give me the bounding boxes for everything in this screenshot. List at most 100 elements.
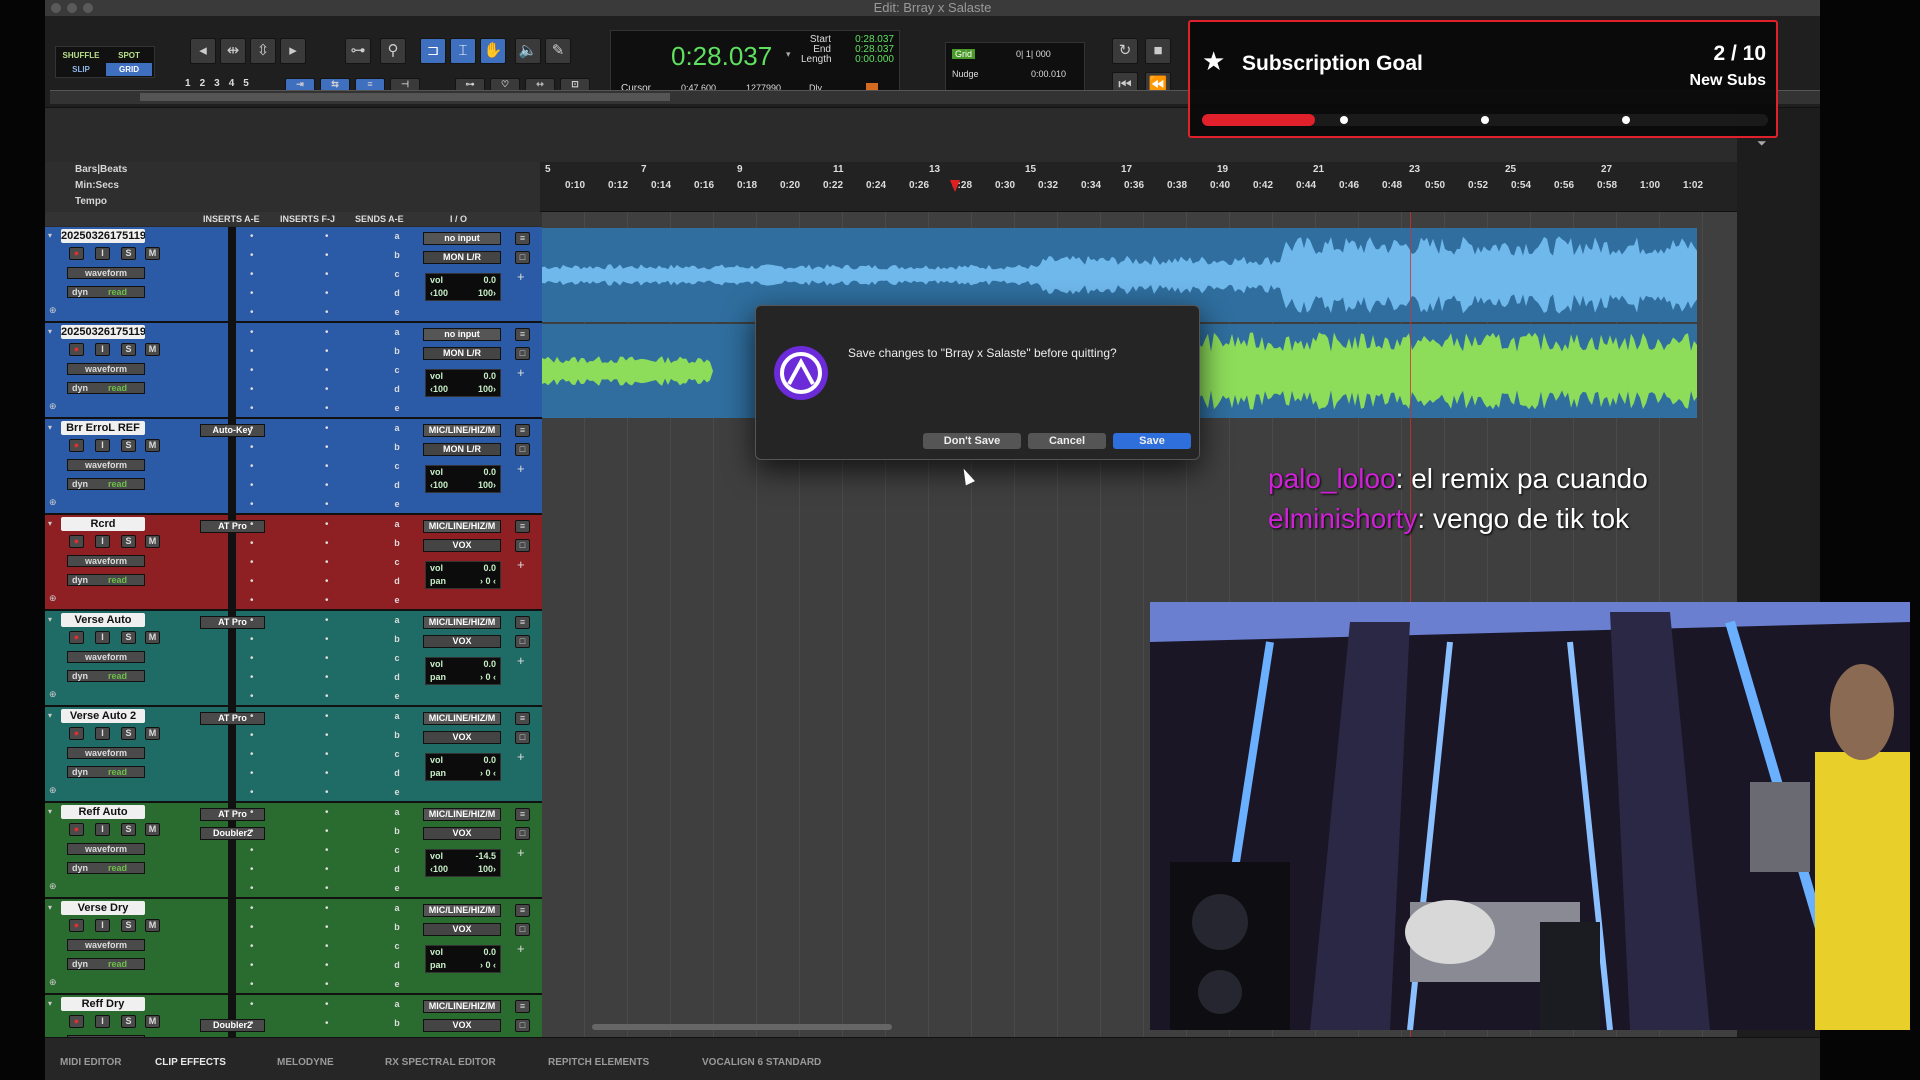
vertical-zoom-icon[interactable]: ⇳ xyxy=(250,38,276,64)
volume-pan-display[interactable]: vol 0.0 pan › 0 ‹ xyxy=(425,657,501,685)
insert-dots-fj[interactable]: • • • • • xyxy=(325,707,329,801)
cancel-button[interactable]: Cancel xyxy=(1028,433,1106,449)
pan-left-value[interactable]: ‹100 xyxy=(430,863,448,876)
send-slot[interactable]: a xyxy=(390,899,404,918)
pan-right-value[interactable]: 100› xyxy=(478,863,496,876)
track-view-selector[interactable]: waveform xyxy=(67,459,145,471)
track-header[interactable]: ▾ Verse Auto ● I S Mwaveform dyn read ⊕ AT Pro • •… xyxy=(45,611,542,707)
add-icon[interactable]: + xyxy=(517,941,525,956)
automation-mode-selector[interactable]: dyn read xyxy=(67,478,145,490)
shuffle-mode-button[interactable]: SHUFFLE xyxy=(58,49,104,62)
input-monitor-button[interactable]: I xyxy=(95,247,110,260)
track-playlist-icon[interactable]: ⊕ xyxy=(49,401,57,412)
send-slot[interactable]: d xyxy=(390,956,404,975)
solo-button[interactable]: S xyxy=(121,727,136,740)
send-slot[interactable]: c xyxy=(390,841,404,860)
output-selector[interactable]: VOX xyxy=(423,827,501,840)
pan-right-value[interactable]: › 0 ‹ xyxy=(480,959,496,972)
send-slot[interactable]: e xyxy=(390,303,404,321)
dont-save-button[interactable]: Don't Save xyxy=(923,433,1021,449)
track-header[interactable]: ▾ Verse Dry ● I S Mwaveform dyn read ⊕ • • • • • •… xyxy=(45,899,542,995)
tab-melodyne[interactable]: MELODYNE xyxy=(277,1057,334,1068)
grid-mode-button[interactable]: GRID xyxy=(106,63,152,76)
pan-left-value[interactable]: pan xyxy=(430,575,446,588)
track-playlist-icon[interactable]: ⊕ xyxy=(49,977,57,988)
send-slot[interactable]: e xyxy=(390,687,404,705)
send-slot[interactable]: a xyxy=(390,419,404,438)
send-slot[interactable]: e xyxy=(390,399,404,417)
zoom-preset-4[interactable]: 4 xyxy=(229,78,244,89)
solo-button[interactable]: S xyxy=(121,919,136,932)
automation-mode-selector[interactable]: dyn read xyxy=(67,862,145,874)
insert-dots-fj[interactable]: • • • • • xyxy=(325,323,329,417)
record-enable-icon[interactable]: ● xyxy=(69,247,84,260)
track-menu-icon[interactable]: ≡ xyxy=(515,616,530,629)
solo-button[interactable]: S xyxy=(121,535,136,548)
track-playlist-icon[interactable]: ⊕ xyxy=(49,593,57,604)
mute-button[interactable]: M xyxy=(145,343,160,356)
horizontal-scrollbar[interactable] xyxy=(592,1024,892,1030)
track-header[interactable]: ▾ Rcrd ● I S Mwaveform dyn read ⊕ AT Pro • • • • •… xyxy=(45,515,542,611)
track-menu-icon[interactable]: ≡ xyxy=(515,904,530,917)
input-selector[interactable]: MIC/LINE/HIZ/M xyxy=(423,520,501,533)
volume-value[interactable]: 0.0 xyxy=(483,370,496,383)
zoom-preset-3[interactable]: 3 xyxy=(214,78,229,89)
tab-clip-effects[interactable]: CLIP EFFECTS xyxy=(155,1057,226,1068)
insert-slot-2[interactable]: Doubler2 xyxy=(200,1019,265,1032)
track-menu-icon[interactable]: □ xyxy=(515,1019,530,1032)
automation-mode-selector[interactable]: dyn read xyxy=(67,958,145,970)
mute-button[interactable]: M xyxy=(145,631,160,644)
send-slots[interactable]: abcde xyxy=(390,611,404,705)
track-name[interactable]: 20250326175119 xyxy=(61,229,145,243)
track-view-selector[interactable]: waveform xyxy=(67,267,145,279)
pan-right-value[interactable]: › 0 ‹ xyxy=(480,671,496,684)
close-window-button[interactable] xyxy=(51,3,61,13)
send-slot[interactable]: c xyxy=(390,265,404,284)
pan-left-value[interactable]: ‹100 xyxy=(430,383,448,396)
add-icon[interactable]: + xyxy=(517,557,525,572)
track-expand-icon[interactable]: ▾ xyxy=(48,807,52,816)
track-view-selector[interactable]: waveform xyxy=(67,747,145,759)
pan-right-value[interactable]: 100› xyxy=(478,383,496,396)
insert-slot-1[interactable]: AT Pro xyxy=(200,808,265,821)
grid-value[interactable]: 0| 1| 000 xyxy=(1016,49,1051,59)
send-slot[interactable]: b xyxy=(390,438,404,457)
insert-dots-fj[interactable]: • • • • • xyxy=(325,515,329,609)
volume-pan-display[interactable]: vol 0.0 pan › 0 ‹ xyxy=(425,753,501,781)
send-slot[interactable]: e xyxy=(390,495,404,513)
volume-value[interactable]: -14.5 xyxy=(475,850,496,863)
send-slot[interactable]: c xyxy=(390,937,404,956)
slip-mode-button[interactable]: SLIP xyxy=(58,63,104,76)
send-slot[interactable]: e xyxy=(390,975,404,993)
send-slot[interactable]: a xyxy=(390,323,404,342)
track-name[interactable]: Verse Auto 2 xyxy=(61,709,145,723)
track-playlist-icon[interactable]: ⊕ xyxy=(49,785,57,796)
send-slot[interactable]: a xyxy=(390,515,404,534)
insert-dots-ae[interactable]: • • • • • xyxy=(250,707,254,801)
insert-dots-ae[interactable]: • • • • • xyxy=(250,419,254,513)
length-value[interactable]: 0:00.000 xyxy=(836,55,894,65)
trim-tool-icon[interactable]: ⊐ xyxy=(420,38,446,64)
counter-dropdown-icon[interactable]: ▾ xyxy=(786,49,791,60)
track-menu-icon[interactable]: □ xyxy=(515,827,530,840)
track-name[interactable]: Reff Auto xyxy=(61,805,145,819)
add-icon[interactable]: + xyxy=(517,653,525,668)
input-selector[interactable]: MIC/LINE/HIZ/M xyxy=(423,616,501,629)
send-slot[interactable]: d xyxy=(390,764,404,783)
insert-dots-fj[interactable]: • • • • • xyxy=(325,227,329,321)
pan-left-value[interactable]: pan xyxy=(430,671,446,684)
send-slots[interactable]: abcde xyxy=(390,899,404,993)
automation-mode-selector[interactable]: dyn read xyxy=(67,574,145,586)
grabber-tool-icon[interactable]: ✋ xyxy=(480,38,506,64)
input-monitor-button[interactable]: I xyxy=(95,535,110,548)
send-slot[interactable]: c xyxy=(390,553,404,572)
track-menu-icon[interactable]: □ xyxy=(515,539,530,552)
send-slot[interactable]: a xyxy=(390,995,404,1014)
input-monitor-button[interactable]: I xyxy=(95,439,110,452)
zoom-preset-2[interactable]: 2 xyxy=(200,78,215,89)
track-expand-icon[interactable]: ▾ xyxy=(48,711,52,720)
track-name[interactable]: Reff Dry xyxy=(61,997,145,1011)
volume-value[interactable]: 0.0 xyxy=(483,466,496,479)
pan-right-value[interactable]: 100› xyxy=(478,479,496,492)
mute-button[interactable]: M xyxy=(145,727,160,740)
